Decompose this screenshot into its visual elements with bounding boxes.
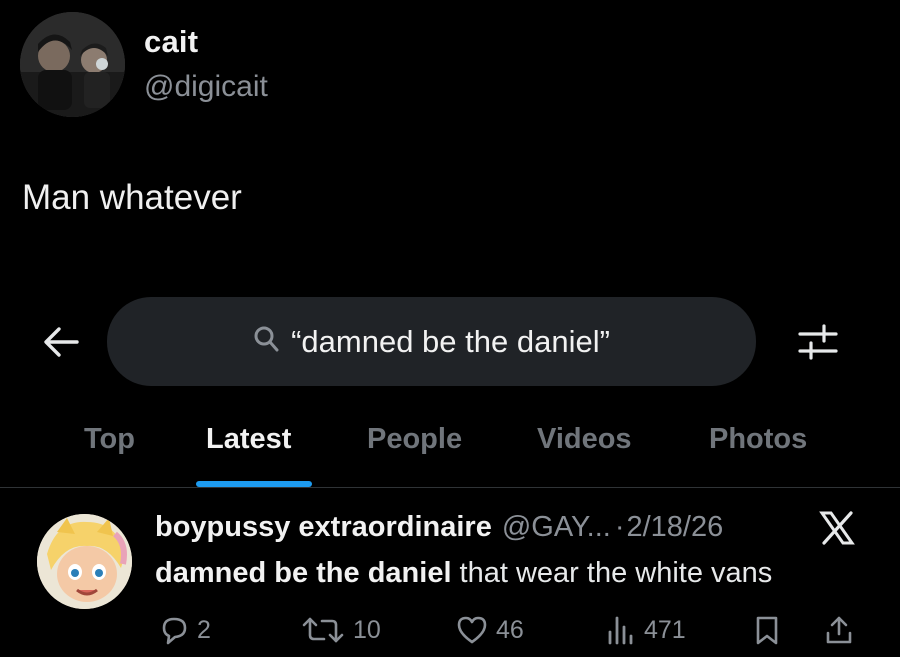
tweet-avatar[interactable] [37,514,132,609]
tab-people[interactable]: People [367,420,462,458]
tweet-display-name[interactable]: boypussy extraordinaire [155,507,492,547]
reply-count: 2 [197,615,211,644]
reply-button[interactable]: 2 [158,612,211,648]
divider [0,487,900,488]
tweet-text: damned be the daniel that wear the white… [155,553,772,593]
repost-count: 10 [353,615,381,644]
filter-sliders-icon[interactable] [792,318,844,366]
tweet-text-rest: that wear the white vans [451,557,773,589]
views-button[interactable]: 471 [605,612,686,648]
quoted-display-name[interactable]: cait [144,22,198,62]
repost-button[interactable]: 10 [300,612,381,648]
quoted-handle[interactable]: @digicait [144,68,268,106]
views-count: 471 [644,615,686,644]
reply-icon [158,614,190,646]
tweet-text-bold: damned be the daniel [155,557,452,589]
tweet-date[interactable]: 2/18/26 [626,507,723,547]
search-input[interactable]: “damned be the daniel” [107,297,756,386]
quoted-post-text: Man whatever [22,178,242,217]
search-query: “damned be the daniel” [291,323,610,359]
tab-photos[interactable]: Photos [709,420,807,458]
share-button[interactable] [824,612,854,648]
tab-latest[interactable]: Latest [206,420,291,458]
tweet-handle[interactable]: @GAY... [502,507,611,547]
share-icon [824,614,854,646]
like-button[interactable]: 46 [455,612,524,648]
x-logo-icon [818,510,856,546]
search-tabs: Top Latest People Videos Photos [0,412,900,486]
search-icon [253,325,279,358]
tab-top[interactable]: Top [84,420,135,458]
bookmark-icon [753,614,781,646]
bookmark-button[interactable] [753,612,781,648]
tab-videos[interactable]: Videos [537,420,632,458]
quoted-avatar[interactable] [20,12,125,117]
tweet-header: boypussy extraordinaire @GAY... · 2/18/2… [155,507,723,547]
back-arrow-icon[interactable] [38,322,84,362]
repost-icon [300,615,346,645]
tweet-separator: · [614,511,625,543]
heart-icon [455,614,489,646]
views-chart-icon [605,614,637,646]
like-count: 46 [496,615,524,644]
